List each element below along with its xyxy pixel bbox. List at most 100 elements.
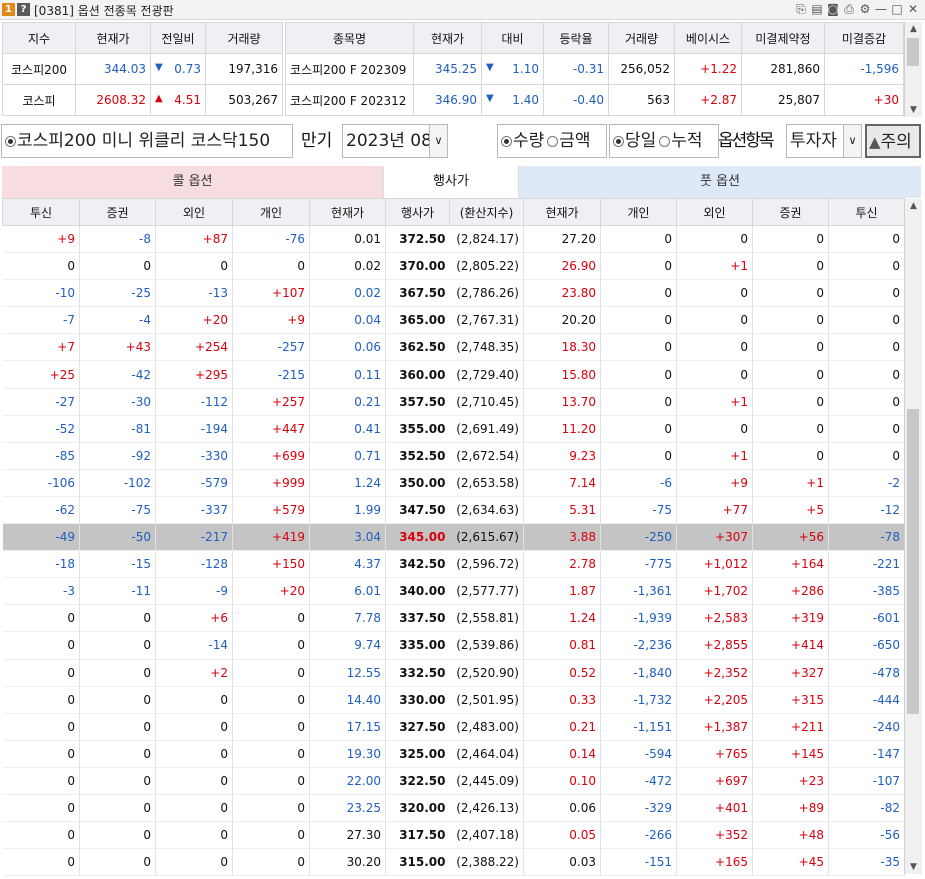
call-individual: +150 [232, 550, 310, 579]
market-radio-group[interactable]: 코스피200 미니 위클리 코스닥150 [1, 124, 293, 158]
strike-price: 365.00 [385, 306, 450, 335]
table-row[interactable]: 0 0 +2 0 12.55 332.50 (2,520.90) 0.52 -1,840 +2,3… [2, 659, 905, 687]
index-summary-table: 지수 현재가 전일비 거래량 코스피200 344.03 ▼ 0.73 197,3… [2, 22, 283, 116]
call-foreign: -9 [155, 577, 233, 606]
scroll-down-icon[interactable]: ▼ [905, 103, 922, 117]
table-row[interactable]: +25 -42 +295 -215 0.11 360.00 (2,729.40) 15.80 0… [2, 360, 905, 389]
put-foreign: +2,855 [676, 631, 753, 660]
table-row[interactable]: +7 +43 +254 -257 0.06 362.50 (2,748.35) 18.30 0 0… [2, 333, 905, 362]
scroll-up-icon[interactable]: ▲ [905, 199, 922, 213]
radio-cumulative[interactable] [659, 135, 671, 147]
converted-index: (2,445.09) [449, 767, 524, 795]
table-row[interactable]: 0 0 0 0 23.25 320.00 (2,426.13) 0.06 -329 +401 +89… [2, 794, 905, 823]
table-row[interactable]: 0 0 0 0 17.15 327.50 (2,483.00) 0.21 -1,151 +1,38… [2, 713, 905, 741]
converted-index: (2,786.26) [449, 279, 524, 308]
put-securities: +211 [752, 713, 829, 741]
table-row[interactable]: -85 -92 -330 +699 0.71 352.50 (2,672.54) 9.23 0 +… [2, 442, 905, 470]
expiry-select[interactable]: 2023년 08 ∨ [342, 124, 448, 158]
table-row[interactable]: 0 0 0 0 22.00 322.50 (2,445.09) 0.10 -472 +697 +23… [2, 767, 905, 795]
table-row[interactable]: 0 0 0 0 14.40 330.00 (2,501.95) 0.33 -1,732 +2,20… [2, 686, 905, 714]
table-row[interactable]: 0 0 0 0 30.20 315.00 (2,388.22) 0.03 -151 +165 +45… [2, 848, 905, 877]
summary-scrollbar[interactable]: ▲ ▼ [904, 22, 922, 117]
call-foreign: 0 [155, 848, 233, 877]
call-foreign: -330 [155, 442, 233, 470]
camera-icon[interactable]: ◙ [826, 2, 840, 16]
call-individual: -215 [232, 360, 310, 389]
minimize-icon[interactable]: — [874, 2, 888, 16]
expiry-value: 2023년 08 [346, 131, 432, 151]
call-individual: -257 [232, 333, 310, 362]
radio-quantity[interactable] [501, 135, 512, 147]
call-trust: -49 [2, 523, 80, 552]
put-individual: -775 [600, 550, 677, 579]
table-row[interactable]: -52 -81 -194 +447 0.41 355.00 (2,691.49) 11.20 0… [2, 415, 905, 443]
table-row[interactable]: -106 -102 -579 +999 1.24 350.00 (2,653.58) 7.14… [2, 469, 905, 497]
table-row[interactable]: -3 -11 -9 +20 6.01 340.00 (2,577.77) 1.87 -1,361… [2, 577, 905, 606]
grid-scrollbar[interactable]: ▲ ▼ [904, 199, 922, 874]
window-titlebar: 1 ? [0381] 옵션 전종목 전광판 ⎘ ▤ ◙ ⎙ ⚙ — □ ✕ [0, 0, 925, 20]
put-trust: -12 [828, 496, 905, 525]
call-price: 30.20 [309, 848, 386, 877]
radio-label-today: 당일 [625, 131, 657, 151]
unit-radio-group[interactable]: 수량 금액 [497, 124, 607, 158]
table-row[interactable]: -18 -15 -128 +150 4.37 342.50 (2,596.72) 2.78 -7… [2, 550, 905, 579]
chevron-down-icon[interactable]: ∨ [429, 125, 447, 157]
table-row[interactable]: -49 -50 -217 +419 3.04 345.00 (2,615.67) 3.88 -2… [2, 523, 905, 552]
period-radio-group[interactable]: 당일 누적 [609, 124, 719, 158]
radio-amount[interactable] [547, 135, 559, 147]
page-icon[interactable]: ▤ [810, 2, 824, 16]
put-price: 15.80 [523, 360, 601, 389]
screen-number-icon[interactable]: 1 [2, 3, 15, 16]
table-row[interactable]: 0 0 +6 0 7.78 337.50 (2,558.81) 1.24 -1,939 +2,58… [2, 604, 905, 633]
radio-today[interactable] [613, 135, 624, 147]
investor-select[interactable]: 투자자 ∨ [786, 124, 862, 158]
help-icon[interactable]: ? [17, 3, 30, 16]
notice-button[interactable]: ▲주의 [865, 124, 921, 158]
put-price: 11.20 [523, 415, 601, 443]
scroll-thumb[interactable] [907, 409, 919, 714]
col-header: 증권 [752, 198, 829, 226]
call-price: 9.74 [309, 631, 386, 660]
call-individual: 0 [232, 631, 310, 660]
settings-icon[interactable]: ⚙ [858, 2, 872, 16]
index-row[interactable]: 코스피200 344.03 ▼ 0.73 197,316 [2, 53, 283, 85]
put-securities: 0 [752, 333, 829, 362]
put-foreign: +2,205 [676, 686, 753, 714]
futures-row[interactable]: 코스피200 F 202309 345.25 ▼ 1.10 -0.31 256,0… [285, 53, 904, 85]
strike-price: 315.00 [385, 848, 450, 877]
put-individual: 0 [600, 279, 677, 308]
copy-icon[interactable]: ⎘ [794, 2, 808, 16]
call-trust: -10 [2, 279, 80, 308]
futures-row[interactable]: 코스피200 F 202312 346.90 ▼ 1.40 -0.40 563 +… [285, 84, 904, 116]
call-individual: +579 [232, 496, 310, 525]
table-row[interactable]: -27 -30 -112 +257 0.21 357.50 (2,710.45) 13.70 0… [2, 388, 905, 416]
strike-price: 350.00 [385, 469, 450, 497]
table-row[interactable]: -10 -25 -13 +107 0.02 367.50 (2,786.26) 23.80 0 0… [2, 279, 905, 308]
table-row[interactable]: 0 0 -14 0 9.74 335.00 (2,539.86) 0.81 -2,236 +2,8… [2, 631, 905, 660]
strike-price: 340.00 [385, 577, 450, 606]
call-price: 1.99 [309, 496, 386, 525]
index-row[interactable]: 코스피 2608.32 ▲ 4.51 503,267 [2, 84, 283, 116]
export-icon[interactable]: ⎙ [842, 2, 856, 16]
table-row[interactable]: 0 0 0 0 0.02 370.00 (2,805.22) 26.90 0 +1 0 0 [2, 252, 905, 281]
table-row[interactable]: +9 -8 +87 -76 0.01 372.50 (2,824.17) 27.20 0 0 0 0 [2, 225, 905, 254]
chevron-down-icon[interactable]: ∨ [843, 125, 861, 157]
close-icon[interactable]: ✕ [906, 2, 920, 16]
scroll-up-icon[interactable]: ▲ [905, 22, 922, 36]
table-row[interactable]: 0 0 0 0 19.30 325.00 (2,464.04) 0.14 -594 +765 +14… [2, 740, 905, 768]
scroll-thumb[interactable] [907, 38, 919, 66]
table-row[interactable]: -62 -75 -337 +579 1.99 347.50 (2,634.63) 5.31 -7… [2, 496, 905, 525]
scroll-down-icon[interactable]: ▼ [905, 860, 922, 874]
strike-price: 330.00 [385, 686, 450, 714]
call-individual: 0 [232, 686, 310, 714]
call-securities: -50 [79, 523, 156, 552]
put-foreign: +2,583 [676, 604, 753, 633]
col-header: 증권 [79, 198, 156, 226]
radio-kospi200[interactable] [5, 135, 16, 147]
table-row[interactable]: -7 -4 +20 +9 0.04 365.00 (2,767.31) 20.20 0 0 0 0 [2, 306, 905, 335]
call-trust: +9 [2, 225, 80, 254]
call-securities: -4 [79, 306, 156, 335]
call-individual: 0 [232, 848, 310, 877]
maximize-icon[interactable]: □ [890, 2, 904, 16]
table-row[interactable]: 0 0 0 0 27.30 317.50 (2,407.18) 0.05 -266 +352 +48… [2, 821, 905, 850]
